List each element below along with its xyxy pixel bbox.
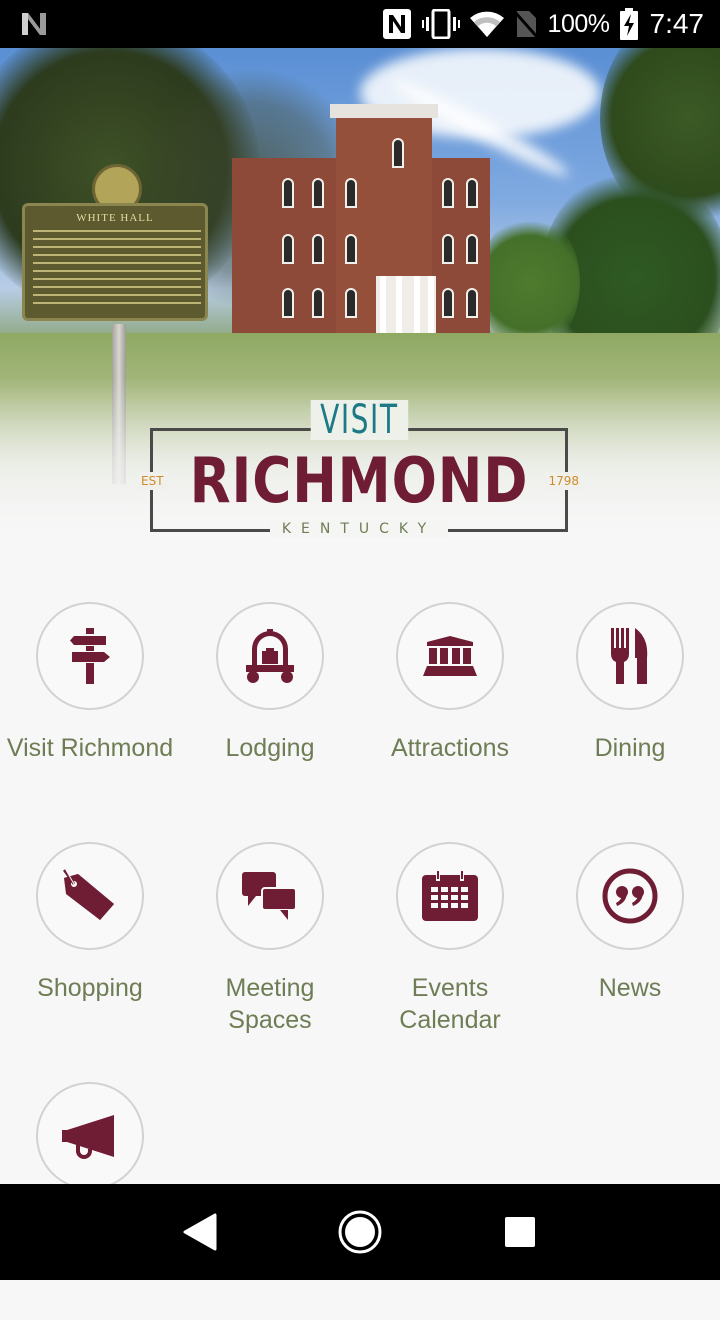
vibrate-icon [421, 9, 460, 39]
column [414, 276, 420, 336]
visit-richmond-logo: VISIT RICHMOND EST 1798 KENTUCKY [138, 400, 582, 538]
window [282, 178, 294, 208]
logo-visit-wrap: VISIT [148, 400, 570, 440]
android-n-icon [20, 11, 50, 37]
fork-knife-icon [611, 628, 649, 684]
megaphone-icon [62, 1111, 118, 1161]
window [466, 234, 478, 264]
menu-item-news[interactable]: News [540, 840, 720, 1080]
logo-city: RICHMOND [189, 444, 529, 517]
recents-button[interactable] [490, 1202, 550, 1262]
menu-item-icon-circle[interactable] [36, 1082, 144, 1190]
chat-bubbles-icon [242, 872, 298, 920]
quote-icon [602, 868, 658, 924]
mansion-roof [330, 104, 438, 118]
price-tag-icon [62, 868, 118, 924]
column [428, 276, 434, 336]
menu-item-icon-circle[interactable] [216, 842, 324, 950]
menu-item-events-calendar[interactable]: Events Calendar [360, 840, 540, 1080]
menu-item-dining[interactable]: Dining [540, 600, 720, 840]
menu-item-meeting-spaces[interactable]: Meeting Spaces [180, 840, 360, 1080]
logo-state-wrap: KENTUCKY [148, 520, 570, 538]
menu-item-visit-richmond[interactable]: Visit Richmond [0, 600, 180, 840]
window [345, 234, 357, 264]
menu-item-label: Events Calendar [399, 974, 501, 1034]
tree [480, 213, 580, 353]
marker-title: WHITE HALL [76, 212, 154, 224]
battery-percent: 100% [547, 9, 610, 38]
menu-item-label: Shopping [37, 974, 143, 1002]
menu-item-label: Attractions [390, 734, 510, 762]
signpost-icon [70, 628, 110, 684]
home-icon [338, 1210, 382, 1254]
menu-item-icon-circle[interactable] [576, 842, 684, 950]
museum-icon [423, 636, 477, 676]
window [466, 288, 478, 318]
logo-year: 1798 [545, 472, 582, 490]
window [282, 288, 294, 318]
logo-state: KENTUCKY [269, 520, 449, 538]
menu-item-label: Visit Richmond [6, 734, 174, 762]
marker-text [33, 230, 201, 310]
menu-item-lodging[interactable]: Lodging [180, 600, 360, 840]
menu-item-attractions[interactable]: Attractions [360, 600, 540, 840]
window [442, 178, 454, 208]
menu-item-label: Meeting Spaces [225, 974, 315, 1034]
menu-item-icon-circle[interactable] [576, 602, 684, 710]
window [442, 288, 454, 318]
status-bar: 100% 7:47 [0, 0, 720, 48]
calendar-icon [422, 871, 478, 921]
menu-item-icon-circle[interactable] [216, 602, 324, 710]
historical-marker: WHITE HALL [22, 203, 208, 321]
wifi-icon [469, 10, 504, 38]
logo-est: EST [138, 472, 167, 490]
menu-item-shopping[interactable]: Shopping [0, 840, 180, 1080]
window [466, 178, 478, 208]
system-nav-bar [0, 1184, 720, 1280]
nfc-icon [382, 8, 412, 40]
home-button[interactable] [330, 1202, 390, 1262]
column [396, 276, 402, 336]
menu-item-label: News [598, 974, 662, 1002]
logo-visit: VISIT [310, 400, 408, 440]
menu-item-label: Lodging [225, 734, 315, 762]
window [312, 178, 324, 208]
window [345, 288, 357, 318]
no-sim-icon [513, 9, 538, 39]
menu-item-icon-circle[interactable] [36, 842, 144, 950]
window [312, 234, 324, 264]
window [282, 234, 294, 264]
back-icon [183, 1213, 217, 1251]
battery-charging-icon [619, 8, 638, 40]
column [380, 276, 386, 336]
window [442, 234, 454, 264]
back-button[interactable] [170, 1202, 230, 1262]
window [345, 178, 357, 208]
menu-item-label: Dining [594, 734, 666, 762]
menu-item-icon-circle[interactable] [396, 602, 504, 710]
clock: 7:47 [649, 8, 705, 39]
menu-item-icon-circle[interactable] [36, 602, 144, 710]
menu-item-icon-circle[interactable] [396, 842, 504, 950]
window [392, 138, 404, 168]
recents-icon [504, 1216, 536, 1248]
window [312, 288, 324, 318]
luggage-cart-icon [246, 629, 294, 683]
